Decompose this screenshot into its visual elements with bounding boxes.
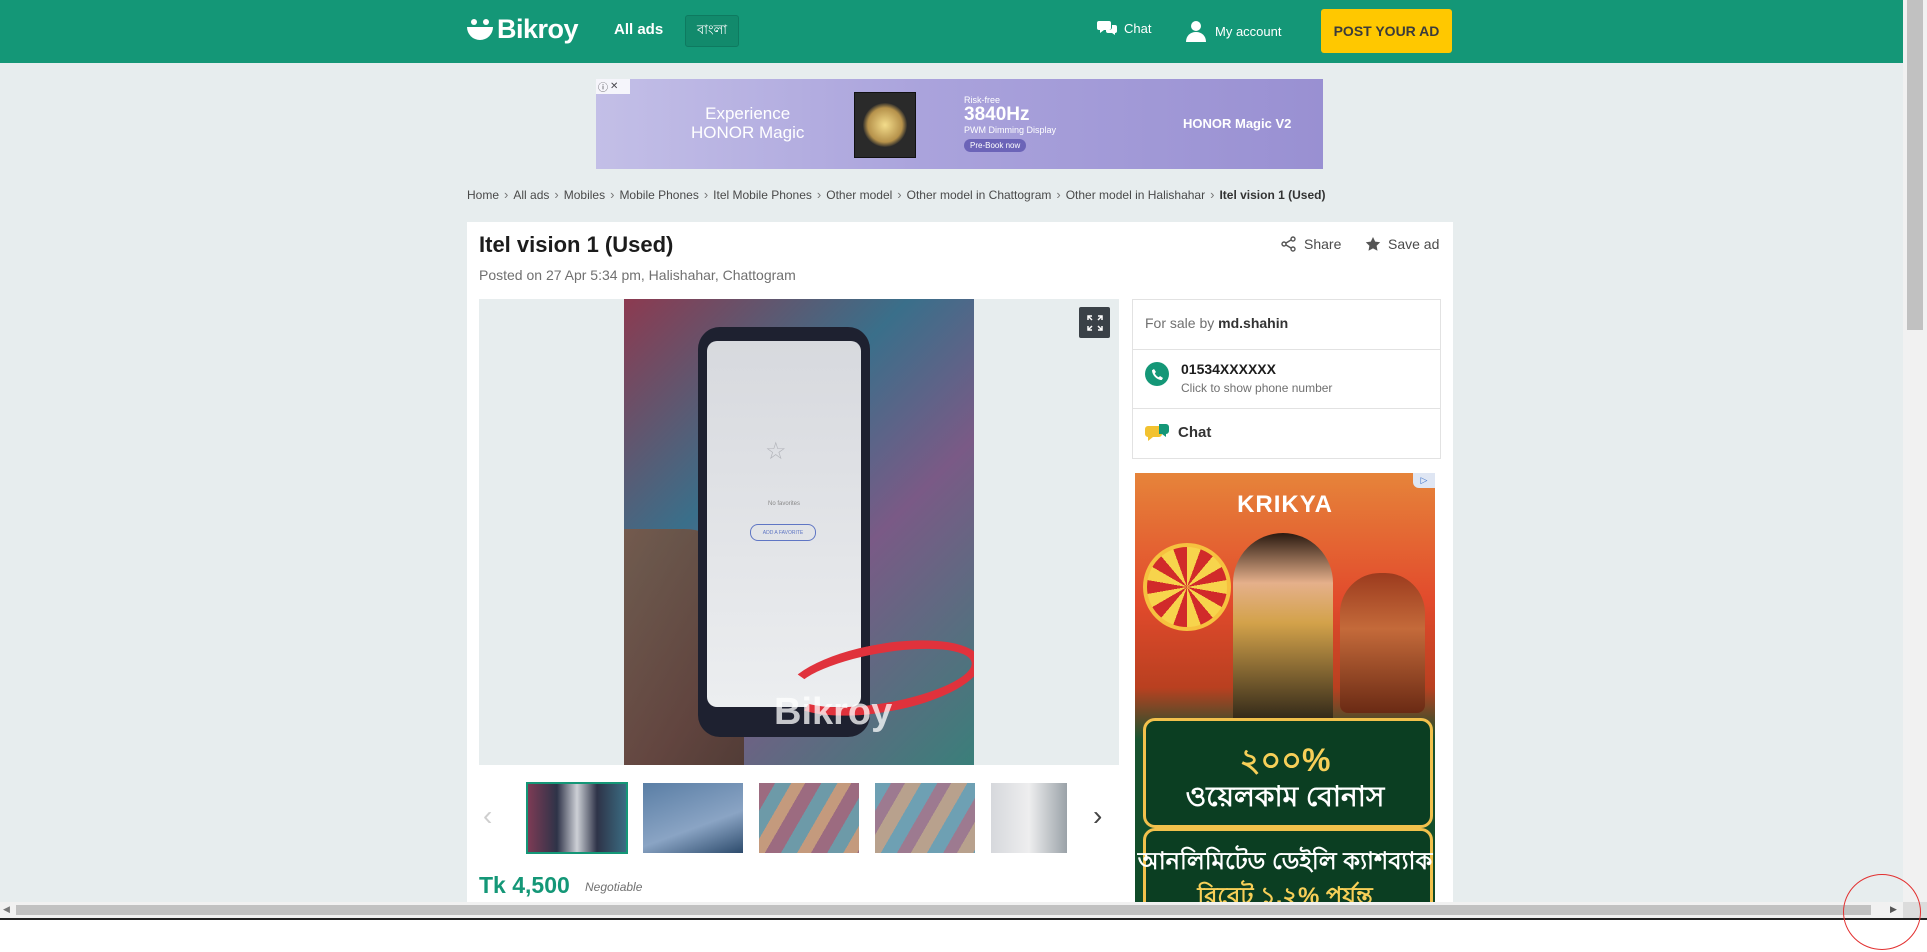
ad-info-icon[interactable]: ▷ xyxy=(1413,473,1435,488)
breadcrumb-other-model[interactable]: Other model xyxy=(826,188,892,202)
side-ad-bonus-2: ওয়েলকাম বোনাস xyxy=(1185,781,1385,812)
page-title: Itel vision 1 (Used) xyxy=(479,232,674,257)
seller-chat-button[interactable]: Chat xyxy=(1133,409,1440,457)
horizontal-scrollbar-thumb[interactable] xyxy=(16,905,1871,915)
all-ads-link[interactable]: All ads xyxy=(614,21,663,38)
next-thumbnail-arrow-icon[interactable]: › xyxy=(1093,800,1102,832)
bikroy-smile-icon xyxy=(467,18,493,41)
fullscreen-button[interactable] xyxy=(1079,307,1110,338)
side-ad-wheel xyxy=(1143,543,1231,631)
side-ad-bonus-3: আনলিমিটেড ডেইলি ক্যাশব্যাক xyxy=(1137,848,1433,875)
user-icon xyxy=(1186,21,1206,42)
logo-text: Bikroy xyxy=(497,14,579,44)
star-icon xyxy=(1365,237,1381,251)
chevron-right-icon: › xyxy=(504,187,509,202)
chat-icon xyxy=(1145,424,1169,441)
bikroy-logo[interactable]: Bikroy xyxy=(467,14,579,45)
side-ad-character xyxy=(1340,573,1425,713)
post-your-ad-button[interactable]: POST YOUR AD xyxy=(1321,9,1452,53)
photo-screen-button: ADD A FAVORITE xyxy=(750,524,816,541)
header-chat-link[interactable]: Chat xyxy=(1097,20,1151,36)
breadcrumb-mobile-phones[interactable]: Mobile Phones xyxy=(619,188,698,202)
language-toggle-button[interactable]: বাংলা xyxy=(685,15,739,47)
side-ad-bonus-4: রিবেট ১.২% পর্যন্ত xyxy=(1197,883,1373,902)
chevron-right-icon: › xyxy=(703,187,709,202)
chevron-right-icon: › xyxy=(897,187,902,202)
banner-headline-1: Experience xyxy=(705,104,791,123)
banner-spec-small-2: PWM Dimming Display xyxy=(964,125,1057,135)
honor-banner-ad[interactable]: ⓘ ✕ Experience HONOR Magic Risk-free 3840… xyxy=(596,79,1323,169)
banner-cta-button[interactable]: Pre-Book now xyxy=(964,139,1027,152)
horizontal-scrollbar[interactable]: ◀ ▶ xyxy=(0,902,1903,918)
phone-number: 01534XXXXXX xyxy=(1181,361,1276,377)
image-gallery[interactable]: ☆ No favorites ADD A FAVORITE Bikroy xyxy=(479,299,1119,765)
phone-icon xyxy=(1145,362,1169,386)
photo-phone-screen: ☆ No favorites ADD A FAVORITE xyxy=(707,341,861,707)
show-phone-button[interactable]: 01534XXXXXX Click to show phone number xyxy=(1133,350,1440,409)
chevron-right-icon: › xyxy=(610,187,615,202)
save-ad-button[interactable]: Save ad xyxy=(1365,236,1439,252)
thumbnail-4[interactable] xyxy=(875,783,975,853)
banner-product-image xyxy=(854,92,916,158)
seller-chat-label: Chat xyxy=(1178,424,1212,441)
main-listing-photo[interactable]: ☆ No favorites ADD A FAVORITE Bikroy xyxy=(624,299,974,765)
share-button[interactable]: Share xyxy=(1281,236,1341,252)
photo-watermark: Bikroy xyxy=(774,691,893,733)
expand-icon xyxy=(1086,314,1103,331)
chevron-right-icon: › xyxy=(554,187,559,202)
krikya-side-ad[interactable]: ▷ KRIKYA ২০০% ওয়েলকাম বোনাস আনলিমিটেড ড… xyxy=(1135,473,1435,902)
ad-choices-icon[interactable]: ⓘ ✕ xyxy=(596,79,630,94)
price: Tk 4,500 xyxy=(479,872,570,898)
save-ad-label: Save ad xyxy=(1388,236,1440,252)
breadcrumb-home[interactable]: Home xyxy=(467,188,499,202)
breadcrumb: Home › All ads › Mobiles › Mobile Phones › I… xyxy=(467,187,1325,202)
photo-star-icon: ☆ xyxy=(765,438,787,465)
thumbnail-2[interactable] xyxy=(643,783,743,853)
breadcrumb-halishahar[interactable]: Other model in Halishahar xyxy=(1066,188,1205,202)
window-bottom-strip xyxy=(0,918,1927,952)
share-icon xyxy=(1281,236,1296,252)
chat-bubbles-icon xyxy=(1097,21,1117,35)
phone-hint: Click to show phone number xyxy=(1181,381,1333,395)
share-label: Share xyxy=(1304,236,1342,252)
posted-info: Posted on 27 Apr 5:34 pm, Halishahar, Ch… xyxy=(479,267,796,283)
banner-spec-big: 3840Hz xyxy=(964,104,1030,125)
seller-row: For sale by md.shahin xyxy=(1133,300,1440,350)
side-ad-brand: KRIKYA xyxy=(1237,491,1333,518)
breadcrumb-itel-mobile-phones[interactable]: Itel Mobile Phones xyxy=(713,188,812,202)
vertical-scrollbar[interactable] xyxy=(1903,0,1927,918)
breadcrumb-current: Itel vision 1 (Used) xyxy=(1219,187,1326,202)
for-sale-by-label: For sale by xyxy=(1145,315,1215,331)
seller-box: For sale by md.shahin 01534XXXXXX Click … xyxy=(1132,299,1441,459)
scroll-left-icon[interactable]: ◀ xyxy=(3,904,10,915)
banner-spec: Risk-free 3840Hz PWM Dimming Display Pre… xyxy=(964,95,1056,153)
red-annotation-circle xyxy=(1843,874,1921,950)
seller-name[interactable]: md.shahin xyxy=(1218,315,1288,331)
thumbnail-5[interactable] xyxy=(991,783,1067,853)
banner-headline-2: HONOR Magic xyxy=(691,123,805,142)
negotiable-tag: Negotiable xyxy=(585,880,643,894)
prev-thumbnail-arrow-icon[interactable]: ‹ xyxy=(483,800,492,832)
banner-headline: Experience HONOR Magic xyxy=(691,104,804,142)
listing-card: Itel vision 1 (Used) Posted on 27 Apr 5:… xyxy=(467,222,1453,902)
thumbnail-1[interactable] xyxy=(526,782,628,854)
chevron-right-icon: › xyxy=(816,187,822,202)
side-ad-model xyxy=(1233,533,1333,733)
breadcrumb-chattogram[interactable]: Other model in Chattogram xyxy=(907,188,1052,202)
for-sale-by: For sale by md.shahin xyxy=(1145,315,1288,331)
my-account-link[interactable]: My account xyxy=(1185,20,1281,42)
top-header: Bikroy All ads বাংলা Chat My account POS… xyxy=(0,0,1903,63)
breadcrumb-all-ads[interactable]: All ads xyxy=(513,188,549,202)
thumbnail-3[interactable] xyxy=(759,783,859,853)
photo-screen-text: No favorites xyxy=(767,501,800,507)
header-chat-label: Chat xyxy=(1124,20,1152,36)
chevron-right-icon: › xyxy=(1210,187,1215,202)
thumbnail-strip: ‹ › xyxy=(479,780,1119,854)
banner-brand: HONOR Magic V2 xyxy=(1183,116,1292,131)
my-account-label: My account xyxy=(1215,23,1282,39)
chevron-right-icon: › xyxy=(1056,187,1061,202)
breadcrumb-mobiles[interactable]: Mobiles xyxy=(564,188,605,202)
vertical-scrollbar-thumb[interactable] xyxy=(1907,0,1923,330)
